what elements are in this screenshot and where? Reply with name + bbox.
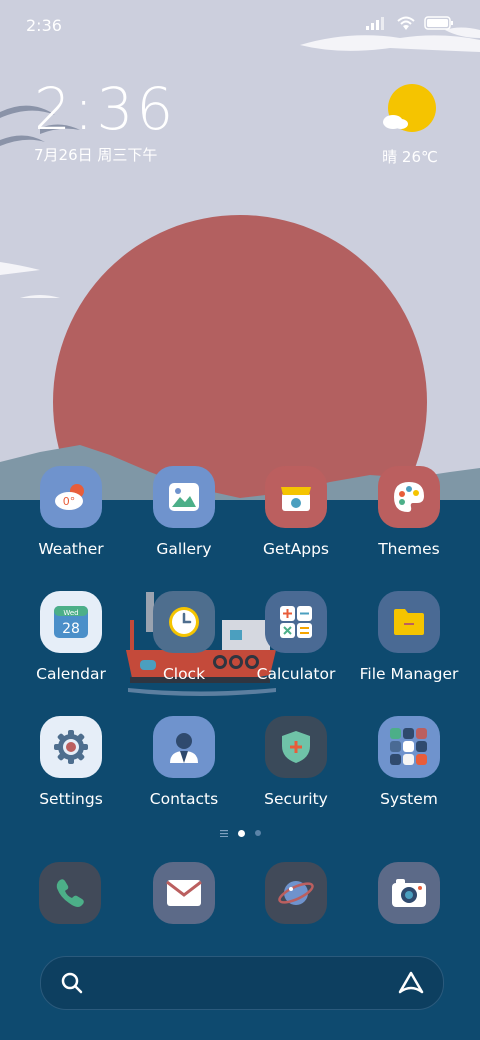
clock-time: 2:36: [34, 75, 177, 143]
app-system-folder[interactable]: System: [354, 716, 464, 808]
app-label: System: [380, 790, 438, 808]
wifi-icon: [397, 16, 415, 30]
planet-icon: [278, 881, 314, 905]
svg-text:0°: 0°: [63, 495, 76, 508]
clock-icon: [153, 591, 215, 653]
app-contacts[interactable]: Contacts: [129, 716, 239, 808]
page-dot-active[interactable]: [237, 829, 245, 837]
status-time: 2:36: [26, 16, 62, 35]
weather-icon: 0°: [40, 466, 102, 528]
weather-temp: 晴 26℃: [382, 148, 438, 166]
shield-icon: [265, 716, 327, 778]
battery-icon: [424, 16, 453, 30]
weather-widget[interactable]: 晴 26℃: [374, 82, 446, 167]
clock-widget[interactable]: 2:36 7月26日 周三下午: [34, 76, 176, 165]
app-weather[interactable]: 0° Weather: [16, 466, 126, 558]
app-clock[interactable]: Clock: [129, 591, 239, 683]
app-label: Themes: [378, 540, 440, 558]
app-label: Calculator: [256, 665, 336, 683]
clock-date: 7月26日 周三下午: [34, 146, 158, 164]
app-settings[interactable]: Settings: [16, 716, 126, 808]
app-label: Settings: [39, 790, 103, 808]
phone-icon: [56, 879, 84, 907]
contact-icon: [153, 716, 215, 778]
app-gallery[interactable]: Gallery: [129, 466, 239, 558]
store-icon: [265, 466, 327, 528]
palette-icon: [378, 466, 440, 528]
page-indicator: [0, 829, 480, 837]
signal-icon: [366, 17, 384, 30]
app-label: Weather: [38, 540, 104, 558]
folder-icon: [378, 591, 440, 653]
dock-mail[interactable]: [153, 862, 215, 924]
app-label: Clock: [162, 665, 206, 683]
status-bar: 2:36: [0, 0, 480, 50]
dock-browser[interactable]: [265, 862, 327, 924]
app-label: Gallery: [156, 540, 212, 558]
folder-grid-icon: [378, 716, 440, 778]
calendar-day: Wed: [63, 609, 78, 617]
app-themes[interactable]: Themes: [354, 466, 464, 558]
app-calculator[interactable]: Calculator: [241, 591, 351, 683]
page-dot[interactable]: [254, 830, 261, 836]
app-label: Security: [264, 790, 328, 808]
assistant-icon[interactable]: [397, 970, 425, 996]
dock-camera[interactable]: [378, 862, 440, 924]
menu-lines-icon: [219, 830, 228, 837]
app-getapps[interactable]: GetApps: [241, 466, 351, 558]
app-label: GetApps: [263, 540, 329, 558]
calendar-date: 28: [62, 621, 80, 637]
app-file-manager[interactable]: File Manager: [354, 591, 464, 683]
calendar-icon: Wed 28: [40, 591, 102, 653]
calculator-icon: [265, 591, 327, 653]
camera-icon: [392, 879, 426, 907]
app-calendar[interactable]: Wed 28 Calendar: [16, 591, 126, 683]
gear-icon: [40, 716, 102, 778]
app-label: Contacts: [149, 790, 219, 808]
app-security[interactable]: Security: [241, 716, 351, 808]
mail-icon: [166, 880, 202, 906]
gallery-icon: [153, 466, 215, 528]
app-label: Calendar: [36, 665, 106, 683]
search-icon[interactable]: [61, 972, 83, 994]
dock-phone[interactable]: [39, 862, 101, 924]
sun-cloud-icon: [383, 84, 436, 132]
search-bar[interactable]: [40, 956, 444, 1010]
app-label: File Manager: [359, 665, 459, 683]
